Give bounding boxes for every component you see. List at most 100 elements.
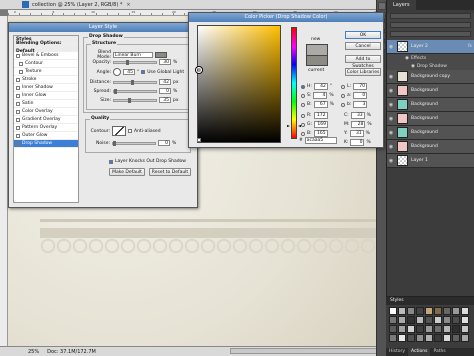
ok-button[interactable]: OK [345,31,381,39]
style-item-checkbox[interactable] [16,85,20,90]
style-item-checkbox[interactable] [19,69,23,74]
blend-mode-select[interactable]: Linear Burn [113,52,153,58]
style-swatch[interactable] [407,325,415,333]
style-swatch[interactable] [434,334,442,342]
cancel-button[interactable]: Cancel [345,42,381,50]
style-swatch[interactable] [416,307,424,315]
horizontal-scrollbar[interactable] [230,348,380,354]
opacity-knob[interactable] [126,59,129,65]
hue-slider-marker[interactable] [287,125,301,128]
style-swatch[interactable] [398,325,406,333]
spread-slider[interactable] [113,88,157,94]
distance-field[interactable]: 42 [159,79,171,85]
use-global-light-checkbox[interactable] [141,70,146,74]
color-field-cursor[interactable] [196,67,202,73]
g-radio[interactable] [301,122,305,127]
visibility-eye-icon[interactable]: ◉ [387,116,395,122]
close-tab-icon[interactable]: × [126,2,130,8]
layer-row[interactable]: ◉ Background [387,140,474,154]
style-swatch[interactable] [443,316,451,324]
contour-preview[interactable] [112,126,126,136]
layer-row[interactable]: ◉ Layer 2 fx [387,40,474,54]
style-swatch[interactable] [461,307,469,315]
layer-style-title[interactable]: Layer Style [9,23,197,32]
effects-eye-icon[interactable]: ◉ [405,56,409,61]
style-swatch[interactable] [452,325,460,333]
style-swatch[interactable] [389,334,397,342]
style-swatch[interactable] [389,325,397,333]
visibility-eye-icon[interactable]: ◉ [387,102,395,108]
layer-filter-bar[interactable] [390,13,471,19]
visibility-eye-icon[interactable]: ◉ [387,158,395,164]
style-swatch[interactable] [443,325,451,333]
lock-fill-bar[interactable] [390,31,471,37]
style-item-checkbox[interactable] [16,109,20,114]
style-swatch[interactable] [452,316,460,324]
layer-row[interactable]: ◉ Background [387,126,474,140]
doc-size-info[interactable]: Doc: 37.1M/172.7M [47,349,96,355]
color-field[interactable] [197,25,281,143]
style-swatch[interactable] [434,316,442,324]
style-swatch[interactable] [461,316,469,324]
blend-mode-bar[interactable] [390,22,471,28]
layer-row[interactable]: ◉ Background copy [387,70,474,84]
k-field[interactable]: 0 [350,139,365,146]
effects-row[interactable]: ◉ Effects [387,54,474,62]
style-swatch[interactable] [425,307,433,315]
blue-radio[interactable] [301,131,305,136]
style-swatch[interactable] [416,325,424,333]
reset-to-default-button[interactable]: Reset to Default [149,168,191,176]
styles-tab[interactable]: Styles [386,297,474,305]
l-radio[interactable] [341,84,345,89]
color-libraries-button[interactable]: Color Libraries [345,68,381,76]
style-item-checkbox[interactable] [16,117,20,122]
r-field[interactable]: 172 [313,112,328,119]
layer-row[interactable]: ◉ Background [387,98,474,112]
y-field[interactable]: 31 [349,130,364,137]
size-slider[interactable] [113,97,157,103]
angle-field[interactable]: 45 [123,69,135,75]
a-radio[interactable] [341,93,345,98]
style-swatch[interactable] [452,307,460,315]
style-swatch[interactable] [407,307,415,315]
style-swatch[interactable] [416,316,424,324]
visibility-eye-icon[interactable]: ◉ [387,44,395,50]
vertical-ruler[interactable] [0,16,8,346]
document-tab[interactable]: collection @ 25% (Layer 2, RGB/8) * × [0,0,384,10]
only-web-colors-checkbox[interactable] [197,137,201,142]
style-swatch[interactable] [407,316,415,324]
lab-b-radio[interactable] [341,102,345,107]
distance-knob[interactable] [130,79,134,85]
color-picker-title[interactable]: Color Picker (Drop Shadow Color) [189,13,383,22]
style-swatch[interactable] [425,316,433,324]
zoom-level[interactable]: 25% [28,349,39,355]
l-field[interactable]: 70 [353,83,368,90]
tab-actions[interactable]: Actions [408,348,431,356]
s-radio[interactable] [301,93,305,98]
spread-field[interactable]: 0 [159,88,171,94]
visibility-eye-icon[interactable]: ◉ [387,74,395,80]
style-item-contour[interactable]: Contour [14,60,78,68]
a-field[interactable]: 0 [353,92,368,99]
h-field[interactable]: 42 [313,83,328,90]
visibility-eye-icon[interactable]: ◉ [387,88,395,94]
layer-fx-icon[interactable]: fx [468,44,472,49]
noise-slider[interactable] [112,140,156,146]
add-to-swatches-button[interactable]: Add to Swatches [345,55,381,69]
style-swatch[interactable] [452,334,460,342]
style-swatch[interactable] [434,325,442,333]
opacity-field[interactable]: 30 [159,59,171,65]
size-field[interactable]: 35 [159,97,171,103]
style-swatch[interactable] [461,334,469,342]
layers-tab[interactable]: Layers [387,0,416,10]
distance-slider[interactable] [113,79,157,85]
style-swatch[interactable] [443,334,451,342]
blue-field[interactable]: 165 [313,130,328,137]
style-swatch[interactable] [416,334,424,342]
style-item-checkbox[interactable] [16,125,20,130]
h-radio[interactable] [301,84,305,89]
knockout-checkbox[interactable] [109,159,113,164]
style-swatch[interactable] [461,325,469,333]
style-swatch[interactable] [389,316,397,324]
visibility-eye-icon[interactable]: ◉ [387,144,395,150]
